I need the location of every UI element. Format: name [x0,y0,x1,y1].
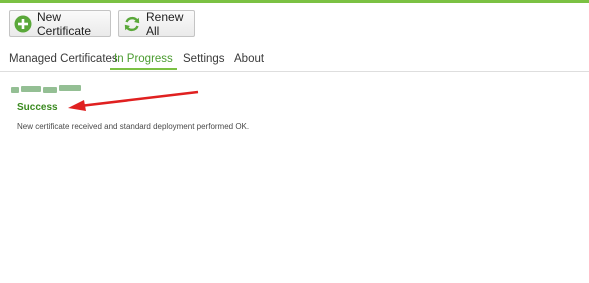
plus-circle-icon [14,14,32,34]
top-accent-bar [0,0,589,3]
new-certificate-label: New Certificate [37,9,92,38]
annotation-arrow-icon [68,90,199,111]
tab-settings[interactable]: Settings [183,53,225,65]
refresh-icon [123,14,141,34]
status-success-text: Success [17,102,58,113]
main-tabs: Managed Certificates In Progress Setting… [0,48,589,72]
tabs-divider [0,71,589,72]
active-tab-indicator [110,68,177,70]
renew-all-label: Renew All [146,9,184,38]
tab-managed-certificates[interactable]: Managed Certificates [9,53,118,65]
tab-in-progress[interactable]: In Progress [114,53,173,65]
status-message: New certificate received and standard de… [17,122,250,131]
tab-about[interactable]: About [234,53,264,65]
renew-all-button[interactable]: Renew All [118,9,195,38]
new-certificate-button[interactable]: New Certificate [9,9,111,38]
redacted-domain-name [11,85,81,93]
